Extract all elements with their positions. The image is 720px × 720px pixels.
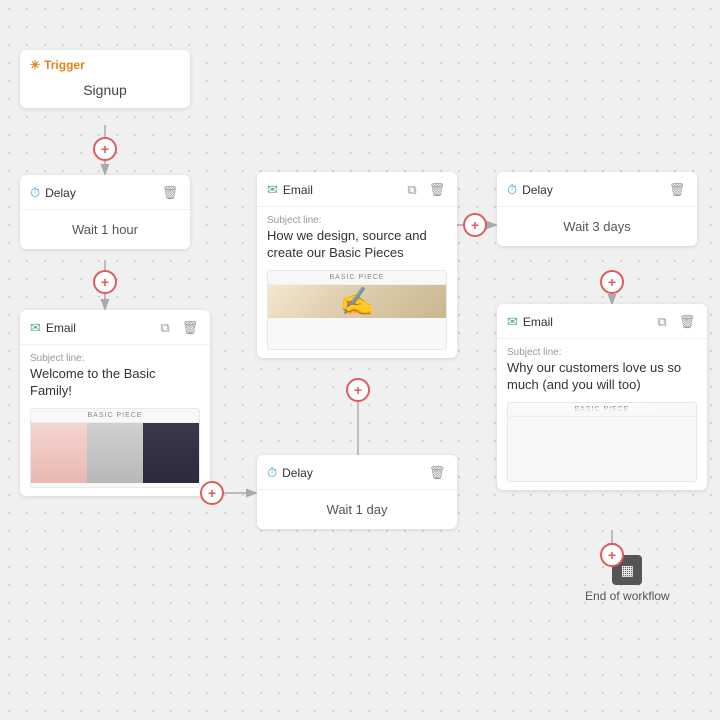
delay1-delete-btn[interactable]: 🗑: [160, 183, 180, 203]
email2-subject-prefix: Subject line:: [507, 347, 697, 358]
trigger-name: Signup: [20, 76, 190, 108]
add-button-2[interactable]: +: [93, 270, 117, 294]
delay-mid-icon: ⏱: [267, 465, 277, 481]
add-button-6[interactable]: +: [600, 270, 624, 294]
email2-copy-btn[interactable]: ⧉: [652, 312, 672, 332]
email2-icon: ✉: [507, 314, 518, 330]
email1-subject-prefix: Subject line:: [30, 353, 200, 364]
add-button-1[interactable]: +: [93, 137, 117, 161]
email-mid-preview-header: BASIC PIECE: [268, 271, 446, 285]
trigger-node: ✳ Trigger Signup: [20, 50, 190, 108]
email1-subject: Welcome to the Basic Family!: [30, 366, 200, 400]
email1-label: Email: [46, 321, 76, 335]
email-mid-copy-btn[interactable]: ⧉: [402, 180, 422, 200]
email2-subject: Why our customers love us so much (and y…: [507, 360, 697, 394]
delay-mid-label: Delay: [282, 466, 313, 480]
email2-node: ✉ Email ⧉ 🗑 Subject line: Why our custom…: [497, 304, 707, 490]
design-image: ✍: [340, 285, 375, 318]
email-mid-node: ✉ Email ⧉ 🗑 Subject line: How we design,…: [257, 172, 457, 358]
end-label: End of workflow: [585, 589, 670, 603]
email2-preview: BASIC PIECE: [507, 402, 697, 482]
add-button-4[interactable]: +: [346, 378, 370, 402]
end-node: ▦ End of workflow: [585, 555, 670, 603]
email1-preview-header: BASIC PIECE: [31, 409, 199, 423]
delay2-icon: ⏱: [507, 182, 517, 198]
trigger-label: ✳ Trigger: [20, 50, 190, 76]
delay2-wait: Wait 3 days: [507, 215, 687, 238]
delay2-node: ⏱ Delay 🗑 Wait 3 days: [497, 172, 697, 246]
email-mid-preview: BASIC PIECE ✍: [267, 270, 447, 350]
email1-delete-btn[interactable]: 🗑: [180, 318, 200, 338]
delay2-delete-btn[interactable]: 🗑: [667, 180, 687, 200]
email1-preview: BASIC PIECE: [30, 408, 200, 488]
email-icon-1: ✉: [30, 320, 41, 336]
email-mid-delete-btn[interactable]: 🗑: [427, 180, 447, 200]
delay-mid-delete-btn[interactable]: 🗑: [427, 463, 447, 483]
email2-delete-btn[interactable]: 🗑: [677, 312, 697, 332]
delay-mid-wait: Wait 1 day: [267, 498, 447, 521]
delay1-wait: Wait 1 hour: [30, 218, 180, 241]
delay1-node: ⏱ Delay 🗑 Wait 1 hour: [20, 175, 190, 249]
delay1-label: Delay: [45, 186, 76, 200]
email2-label: Email: [523, 315, 553, 329]
delay-mid-node: ⏱ Delay 🗑 Wait 1 day: [257, 455, 457, 529]
email-mid-subject: How we design, source and create our Bas…: [267, 228, 447, 262]
email-mid-icon: ✉: [267, 182, 278, 198]
add-button-3[interactable]: +: [200, 481, 224, 505]
email1-copy-btn[interactable]: ⧉: [155, 318, 175, 338]
email1-node: ✉ Email ⧉ 🗑 Subject line: Welcome to the…: [20, 310, 210, 496]
delay-icon-1: ⏱: [30, 185, 40, 201]
delay2-label: Delay: [522, 183, 553, 197]
email-mid-subject-prefix: Subject line:: [267, 215, 447, 226]
email-mid-label: Email: [283, 183, 313, 197]
add-button-5[interactable]: +: [463, 213, 487, 237]
add-button-7[interactable]: +: [600, 543, 624, 567]
trigger-icon: ✳: [30, 58, 40, 72]
